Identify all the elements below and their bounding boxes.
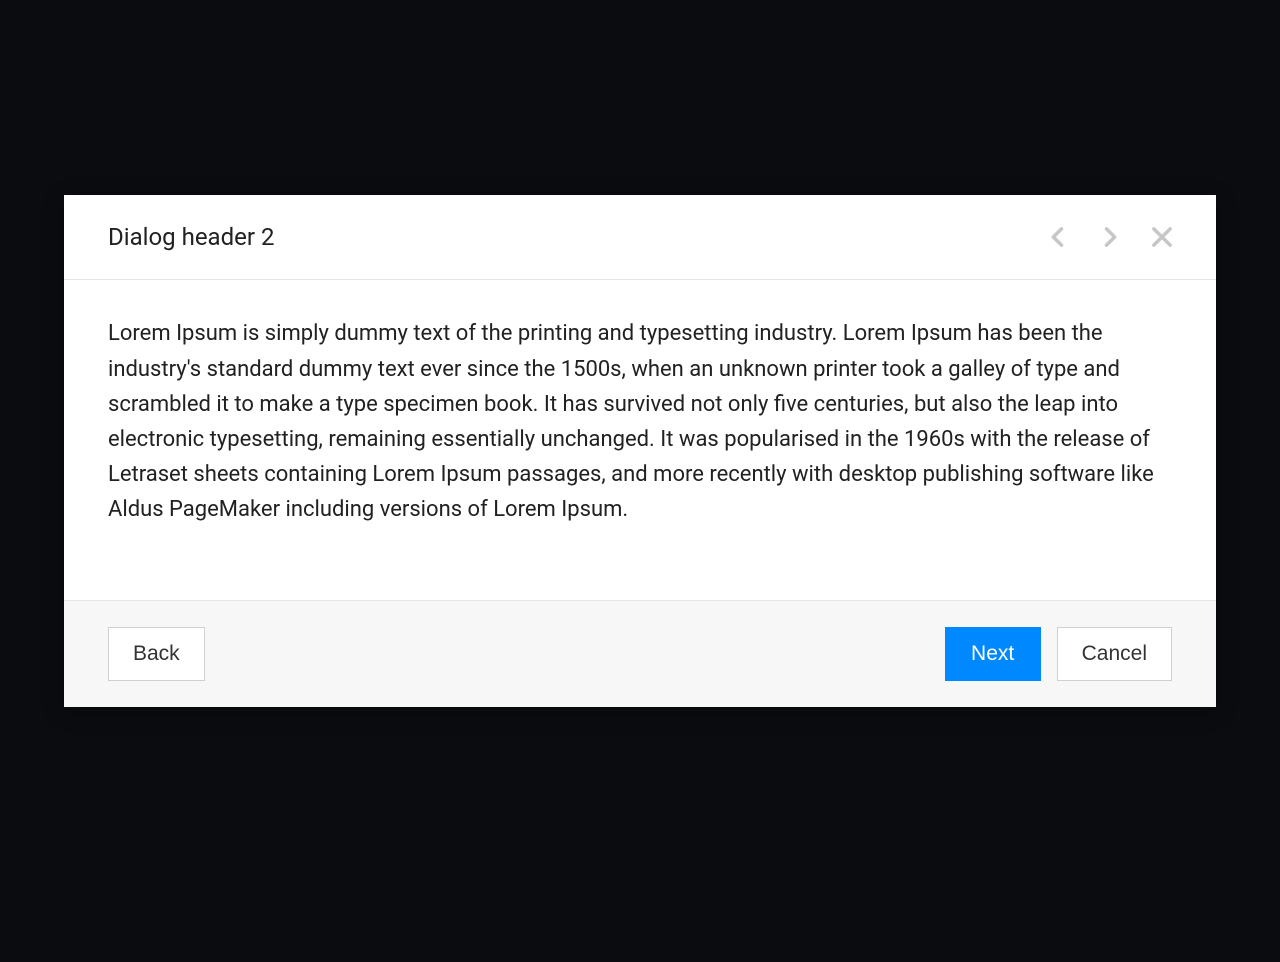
dialog-header: Dialog header 2 xyxy=(64,195,1216,280)
chevron-left-icon[interactable] xyxy=(1044,223,1072,251)
cancel-button[interactable]: Cancel xyxy=(1057,627,1172,681)
chevron-right-icon[interactable] xyxy=(1096,223,1124,251)
footer-left: Back xyxy=(108,627,205,681)
dialog-footer: Back Next Cancel xyxy=(64,600,1216,707)
header-icons xyxy=(1044,223,1176,251)
back-button[interactable]: Back xyxy=(108,627,205,681)
dialog-title: Dialog header 2 xyxy=(108,223,274,251)
dialog-body-text: Lorem Ipsum is simply dummy text of the … xyxy=(108,316,1172,527)
dialog: Dialog header 2 Lorem Ipsum is simply d xyxy=(64,195,1216,706)
close-icon[interactable] xyxy=(1148,223,1176,251)
next-button[interactable]: Next xyxy=(945,627,1041,681)
footer-right: Next Cancel xyxy=(945,627,1172,681)
dialog-body: Lorem Ipsum is simply dummy text of the … xyxy=(64,280,1216,599)
